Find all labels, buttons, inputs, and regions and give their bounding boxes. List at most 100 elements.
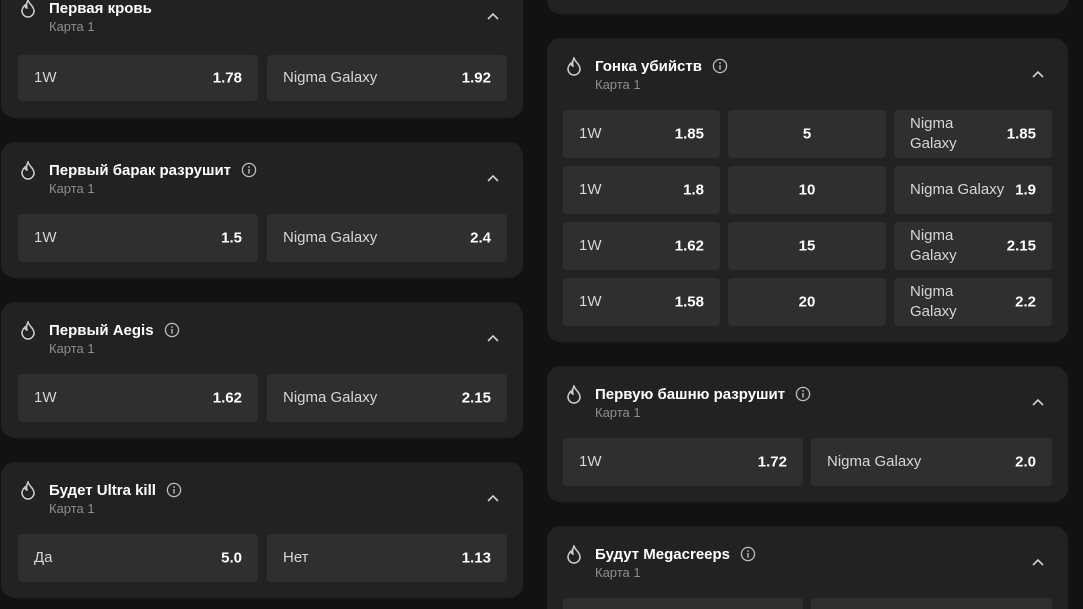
odds-button-left[interactable]: 1W 1.62 (563, 222, 720, 270)
market-title: Будет Ultra kill (49, 480, 182, 500)
odds-value: 1.85 (1006, 125, 1036, 143)
odds-button[interactable]: Да 5.0 (18, 534, 258, 582)
market-subtitle: Карта 1 (49, 501, 95, 516)
market-card-first-barracks: Первый барак разрушит Карта 1 1W 1.5 Nig… (1, 142, 523, 278)
odds-button-right[interactable]: Nigma Galaxy 2.15 (894, 222, 1052, 270)
info-icon[interactable] (241, 162, 257, 178)
odds-button[interactable] (563, 598, 803, 609)
odds-value: 1.62 (674, 237, 704, 255)
odds-value: 1.8 (683, 181, 704, 199)
kills-value: 5 (802, 125, 812, 143)
flame-icon (567, 57, 581, 76)
info-icon[interactable] (166, 482, 182, 498)
market-header[interactable]: Первая кровь Карта 1 (17, 0, 507, 38)
outcome-label: Nigma Galaxy (910, 283, 957, 320)
odds-value: 1.5 (221, 229, 242, 247)
kills-threshold: 5 (728, 110, 886, 158)
info-icon[interactable] (712, 58, 728, 74)
kills-value: 20 (798, 293, 816, 311)
odds-value: 5.0 (221, 549, 242, 567)
odds-button[interactable]: Nigma Galaxy 1.92 (267, 55, 507, 101)
kills-threshold: 15 (728, 222, 886, 270)
market-subtitle: Карта 1 (49, 181, 95, 196)
outcome-label: Нет (283, 549, 309, 566)
odds-value: 2.2 (1015, 293, 1036, 311)
outcome-label: 1W (579, 237, 602, 254)
odds-button[interactable]: 1W 1.5 (18, 214, 258, 262)
odds-button-right[interactable]: Nigma Galaxy 1.85 (894, 110, 1052, 158)
market-title: Гонка убийств (595, 56, 728, 76)
odds-value: 1.78 (212, 69, 242, 87)
odds-button-right[interactable]: Nigma Galaxy 2.2 (894, 278, 1052, 326)
chevron-up-icon[interactable] (485, 330, 501, 346)
odds-button-left[interactable]: 1W 1.58 (563, 278, 720, 326)
odds-value: 2.15 (1006, 237, 1036, 255)
chevron-up-icon[interactable] (1030, 66, 1046, 82)
odds-value: 2.15 (461, 389, 491, 407)
flame-icon (21, 0, 35, 18)
odds-button[interactable] (811, 598, 1052, 609)
market-title: Первый Aegis (49, 320, 180, 340)
market-subtitle: Карта 1 (595, 565, 641, 580)
outcome-label: Nigma Galaxy (283, 229, 378, 246)
market-card-ultra-kill: Будет Ultra kill Карта 1 Да 5.0 Нет 1.13 (1, 462, 523, 598)
outcome-label: Nigma Galaxy (283, 389, 378, 406)
info-icon[interactable] (740, 546, 756, 562)
kills-threshold: 10 (728, 166, 886, 214)
market-card-first-blood: Первая кровь Карта 1 1W 1.78 Nigma Galax… (1, 0, 523, 118)
market-header[interactable]: Будут Megacreeps Карта 1 (563, 544, 1052, 584)
outcome-label: Nigma Galaxy (910, 227, 957, 264)
market-title: Будут Megacreeps (595, 544, 756, 564)
outcome-label: Nigma Galaxy (910, 115, 957, 152)
info-icon[interactable] (164, 322, 180, 338)
flame-icon (21, 161, 35, 180)
market-card-first-tower: Первую башню разрушит Карта 1 1W 1.72 Ni… (547, 366, 1068, 502)
market-subtitle: Карта 1 (595, 405, 641, 420)
outcome-label: Nigma Galaxy (283, 69, 378, 86)
odds-button[interactable]: 1W 1.62 (18, 374, 258, 422)
flame-icon (21, 321, 35, 340)
flame-icon (567, 385, 581, 404)
market-title: Первая кровь (49, 0, 152, 17)
chevron-up-icon[interactable] (485, 8, 501, 24)
market-subtitle: Карта 1 (49, 19, 95, 34)
outcome-label: 1W (34, 389, 57, 406)
market-header[interactable]: Будет Ultra kill Карта 1 (17, 480, 507, 520)
info-icon[interactable] (795, 386, 811, 402)
flame-icon (21, 481, 35, 500)
outcome-label: Да (34, 549, 53, 566)
chevron-up-icon[interactable] (485, 490, 501, 506)
chevron-up-icon[interactable] (485, 170, 501, 186)
chevron-up-icon[interactable] (1030, 554, 1046, 570)
odds-value: 1.62 (212, 389, 242, 407)
chevron-up-icon[interactable] (1030, 394, 1046, 410)
odds-button-left[interactable]: 1W 1.8 (563, 166, 720, 214)
market-header[interactable]: Первую башню разрушит Карта 1 (563, 384, 1052, 424)
odds-button[interactable]: 1W 1.78 (18, 55, 258, 101)
odds-button[interactable]: 1W 1.72 (563, 438, 803, 486)
market-title: Первый барак разрушит (49, 160, 257, 180)
odds-button-left[interactable]: 1W 1.85 (563, 110, 720, 158)
outcome-label: 1W (579, 293, 602, 310)
market-header[interactable]: Гонка убийств Карта 1 (563, 56, 1052, 96)
odds-button-right[interactable]: Nigma Galaxy 1.9 (894, 166, 1052, 214)
odds-button[interactable]: Нет 1.13 (267, 534, 507, 582)
odds-button[interactable]: Nigma Galaxy 2.4 (267, 214, 507, 262)
market-header[interactable]: Первый Aegis Карта 1 (17, 320, 507, 360)
odds-button[interactable]: Nigma Galaxy 2.0 (811, 438, 1052, 486)
market-card-megacreeps: Будут Megacreeps Карта 1 (547, 526, 1068, 609)
market-subtitle: Карта 1 (595, 77, 641, 92)
kills-threshold: 20 (728, 278, 886, 326)
market-card-previous (547, 0, 1068, 14)
outcome-label: Nigma Galaxy (827, 453, 922, 470)
kills-value: 15 (798, 237, 816, 255)
odds-button[interactable]: Nigma Galaxy 2.15 (267, 374, 507, 422)
market-header[interactable]: Первый барак разрушит Карта 1 (17, 160, 507, 200)
outcome-label: 1W (34, 229, 57, 246)
odds-value: 1.72 (757, 453, 787, 471)
odds-value: 1.92 (461, 69, 491, 87)
odds-value: 1.13 (461, 549, 491, 567)
market-card-kill-race: Гонка убийств Карта 1 1W 1.85 5 Nigma Ga… (547, 38, 1068, 342)
odds-value: 2.4 (470, 229, 491, 247)
outcome-label: Nigma Galaxy (910, 181, 1005, 198)
